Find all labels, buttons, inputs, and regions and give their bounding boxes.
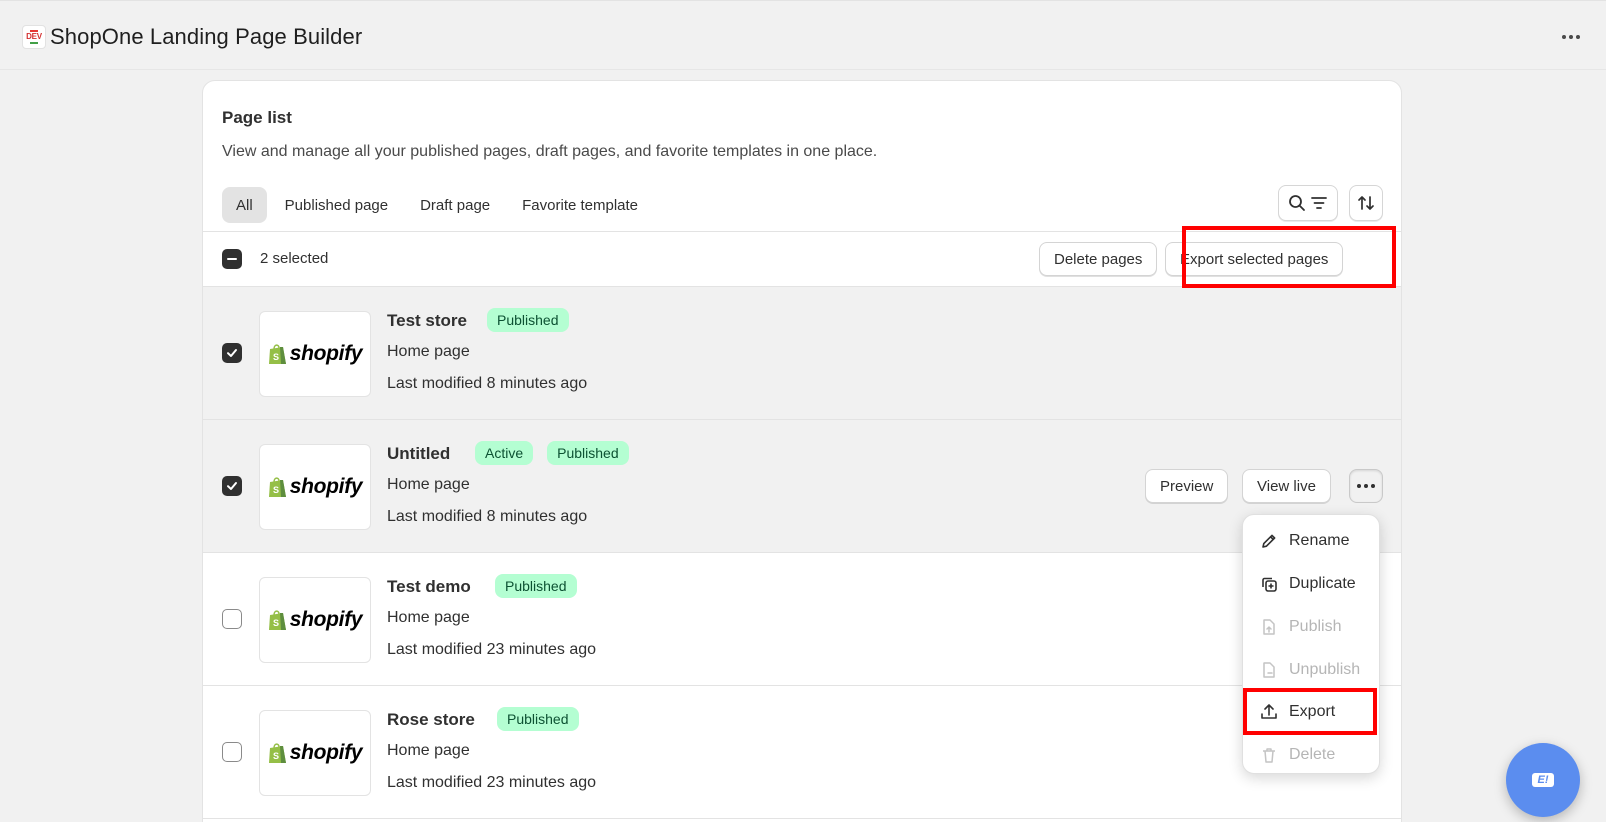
menu-item-publish[interactable]: Publish bbox=[1243, 607, 1381, 647]
page-thumbnail: S shopify bbox=[259, 577, 371, 663]
page-thumbnail: S shopify bbox=[259, 444, 371, 530]
menu-item-rename[interactable]: Rename bbox=[1243, 521, 1381, 561]
status-badge: Published bbox=[547, 441, 629, 465]
menu-item-label: Delete bbox=[1289, 746, 1336, 763]
row-more-actions-button[interactable] bbox=[1349, 469, 1383, 503]
page-row[interactable]: S shopify Test demo Published Home page … bbox=[203, 553, 1401, 686]
status-badges: Published bbox=[487, 308, 569, 332]
row-checkbox[interactable] bbox=[222, 476, 242, 496]
page-name: Test store bbox=[387, 311, 467, 330]
app-title: ShopOne Landing Page Builder bbox=[50, 24, 363, 49]
page-type: Home page bbox=[387, 343, 470, 360]
shopify-bag-icon: S bbox=[268, 477, 286, 497]
card-description: View and manage all your published pages… bbox=[222, 143, 878, 160]
view-live-button[interactable]: View live bbox=[1242, 469, 1331, 503]
status-badges: Published bbox=[497, 707, 579, 731]
thumbnail-brand-text: shopify bbox=[289, 608, 363, 631]
tab-draft-page[interactable]: Draft page bbox=[406, 187, 504, 223]
menu-item-delete[interactable]: Delete bbox=[1243, 735, 1381, 775]
page-row[interactable]: S shopify Untitled Active Published Home… bbox=[203, 420, 1401, 553]
status-badges: Active Published bbox=[475, 441, 629, 465]
page-name: Untitled bbox=[387, 444, 451, 463]
tab-all[interactable]: All bbox=[222, 187, 267, 223]
shopify-bag-icon: S bbox=[268, 344, 286, 364]
last-modified: Last modified 23 minutes ago bbox=[387, 774, 597, 791]
delete-pages-button[interactable]: Delete pages bbox=[1039, 242, 1158, 276]
tab-bar: All Published page Draft page Favorite t… bbox=[222, 187, 652, 223]
card-title: Page list bbox=[222, 108, 292, 127]
svg-text:S: S bbox=[273, 485, 279, 495]
trash-icon bbox=[1263, 748, 1275, 763]
sort-button[interactable] bbox=[1349, 185, 1383, 221]
menu-item-label: Unpublish bbox=[1289, 661, 1361, 678]
duplicate-icon bbox=[1262, 577, 1277, 592]
page-row[interactable]: S shopify Test store Published Home page… bbox=[203, 287, 1401, 420]
page-row[interactable]: S shopify Rose store Published Home page… bbox=[203, 686, 1401, 819]
page-type: Home page bbox=[387, 742, 470, 759]
pencil-icon bbox=[1262, 534, 1276, 548]
check-icon bbox=[227, 482, 237, 490]
page-name: Rose store bbox=[387, 710, 475, 729]
check-icon bbox=[227, 349, 237, 357]
status-badge: Published bbox=[487, 308, 569, 332]
last-modified: Last modified 8 minutes ago bbox=[387, 508, 588, 525]
shopify-bag-icon: S bbox=[268, 743, 286, 763]
fab-label: E! bbox=[1532, 773, 1554, 787]
last-modified: Last modified 23 minutes ago bbox=[387, 641, 597, 658]
status-badge: Published bbox=[495, 574, 577, 598]
sort-icon bbox=[1358, 196, 1374, 210]
file-upload-icon bbox=[1263, 619, 1275, 635]
status-badge: Published bbox=[497, 707, 579, 731]
page-type: Home page bbox=[387, 609, 470, 626]
tab-published-page[interactable]: Published page bbox=[271, 187, 402, 223]
row-checkbox[interactable] bbox=[222, 343, 242, 363]
page-thumbnail: S shopify bbox=[259, 710, 371, 796]
file-minus-icon bbox=[1263, 662, 1275, 678]
search-icon bbox=[1289, 195, 1305, 211]
chat-fab-button[interactable]: E! bbox=[1506, 743, 1580, 817]
top-bar: DEV ShopOne Landing Page Builder bbox=[0, 0, 1606, 70]
filter-icon bbox=[1311, 197, 1327, 209]
export-icon bbox=[1261, 704, 1277, 719]
page-name: Test demo bbox=[387, 577, 471, 596]
preview-button[interactable]: Preview bbox=[1145, 469, 1229, 503]
menu-item-label: Publish bbox=[1289, 618, 1342, 635]
menu-item-label: Duplicate bbox=[1289, 575, 1356, 592]
search-filter-button[interactable] bbox=[1278, 185, 1338, 221]
shopify-bag-icon: S bbox=[268, 610, 286, 630]
export-selected-pages-button[interactable]: Export selected pages bbox=[1165, 242, 1344, 276]
app-logo-text: DEV bbox=[26, 32, 42, 41]
thumbnail-brand-text: shopify bbox=[289, 475, 363, 498]
menu-item-export[interactable]: Export bbox=[1243, 692, 1381, 732]
thumbnail-brand-text: shopify bbox=[289, 342, 363, 365]
page-type: Home page bbox=[387, 476, 470, 493]
selected-count: 2 selected bbox=[260, 250, 329, 267]
menu-item-label: Rename bbox=[1289, 532, 1350, 549]
svg-text:S: S bbox=[273, 618, 279, 628]
menu-item-label: Export bbox=[1289, 703, 1336, 720]
bulk-action-bar: 2 selected Delete pages Export selected … bbox=[203, 231, 1401, 287]
tab-favorite-template[interactable]: Favorite template bbox=[508, 187, 652, 223]
last-modified: Last modified 8 minutes ago bbox=[387, 375, 588, 392]
page-thumbnail: S shopify bbox=[259, 311, 371, 397]
row-checkbox[interactable] bbox=[222, 609, 242, 629]
more-options-icon[interactable] bbox=[1556, 27, 1586, 47]
svg-text:S: S bbox=[273, 751, 279, 761]
page-list-card: Page list View and manage all your publi… bbox=[202, 80, 1402, 822]
app-logo: DEV bbox=[22, 25, 46, 49]
row-actions-menu: Rename Duplicate Publish Unpublish Expor… bbox=[1242, 514, 1380, 774]
status-badge: Active bbox=[475, 441, 534, 465]
svg-text:S: S bbox=[273, 352, 279, 362]
menu-item-duplicate[interactable]: Duplicate bbox=[1243, 564, 1381, 604]
thumbnail-brand-text: shopify bbox=[289, 741, 363, 764]
row-checkbox[interactable] bbox=[222, 742, 242, 762]
select-all-checkbox[interactable] bbox=[222, 249, 242, 269]
menu-item-unpublish[interactable]: Unpublish bbox=[1243, 650, 1381, 690]
status-badges: Published bbox=[495, 574, 577, 598]
